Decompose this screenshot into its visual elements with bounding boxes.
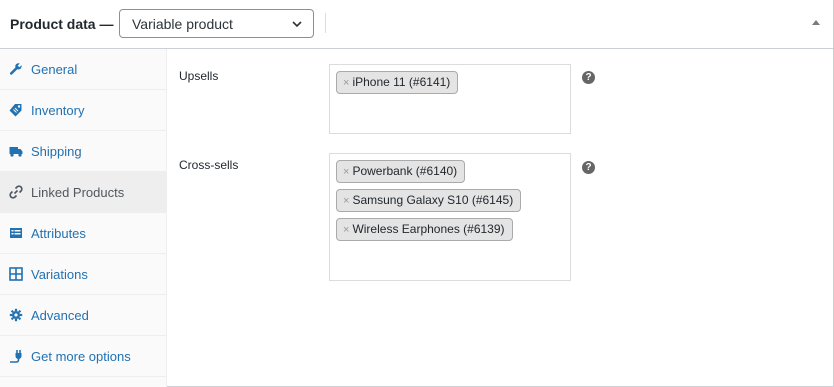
gear-icon — [9, 308, 23, 322]
product-type-select[interactable]: Variable product — [119, 9, 314, 38]
plug-icon — [9, 349, 23, 363]
crosssells-label: Cross-sells — [179, 158, 239, 172]
grid-icon — [9, 267, 23, 281]
crosssell-chip[interactable]: × Wireless Earphones (#6139) — [336, 218, 513, 241]
remove-icon[interactable]: × — [343, 224, 349, 236]
panel-title: Product data — — [10, 16, 114, 32]
collapse-arrow-icon[interactable] — [810, 16, 822, 28]
tab-inventory[interactable]: Inventory — [0, 90, 166, 131]
upsells-label: Upsells — [179, 69, 219, 83]
remove-icon[interactable]: × — [343, 77, 349, 89]
tab-label: Inventory — [31, 102, 85, 118]
product-data-panel: Product data — Variable product General … — [0, 0, 834, 387]
tag-icon — [9, 103, 23, 117]
remove-icon[interactable]: × — [343, 195, 349, 207]
product-data-tabs: General Inventory Shipping Linked Produc… — [0, 49, 167, 387]
link-icon — [9, 185, 23, 199]
crosssells-help-icon[interactable]: ? — [582, 161, 595, 174]
crosssell-chip[interactable]: × Samsung Galaxy S10 (#6145) — [336, 189, 522, 212]
upsells-help-icon[interactable]: ? — [582, 71, 595, 84]
tab-label: Get more options — [31, 348, 131, 364]
list-icon — [9, 226, 23, 240]
tab-general[interactable]: General — [0, 49, 166, 90]
tab-label: Advanced — [31, 307, 89, 323]
header-divider — [325, 13, 326, 33]
tab-shipping[interactable]: Shipping — [0, 131, 166, 172]
tab-get-more-options[interactable]: Get more options — [0, 336, 166, 377]
tab-label: Variations — [31, 266, 88, 282]
chevron-down-icon — [292, 21, 302, 28]
tab-label: General — [31, 61, 78, 77]
tab-linked-products[interactable]: Linked Products — [0, 172, 166, 213]
tab-advanced[interactable]: Advanced — [0, 295, 166, 336]
crosssells-select[interactable]: × Powerbank (#6140) × Samsung Galaxy S10 (… — [329, 153, 571, 281]
tab-label: Shipping — [31, 143, 82, 159]
tab-attributes[interactable]: Attributes — [0, 213, 166, 254]
remove-icon[interactable]: × — [343, 166, 349, 178]
tab-label: Attributes — [31, 225, 86, 241]
upsells-select[interactable]: × iPhone 11 (#6141) — [329, 64, 571, 134]
wrench-icon — [9, 62, 23, 76]
tab-label: Linked Products — [31, 184, 125, 200]
crosssell-chip[interactable]: × Powerbank (#6140) — [336, 160, 466, 183]
panel-header: Product data — Variable product — [0, 0, 834, 49]
product-type-value: Variable product — [132, 15, 233, 32]
upsell-chip[interactable]: × iPhone 11 (#6141) — [336, 71, 459, 94]
truck-icon — [9, 144, 23, 158]
tab-variations[interactable]: Variations — [0, 254, 166, 295]
